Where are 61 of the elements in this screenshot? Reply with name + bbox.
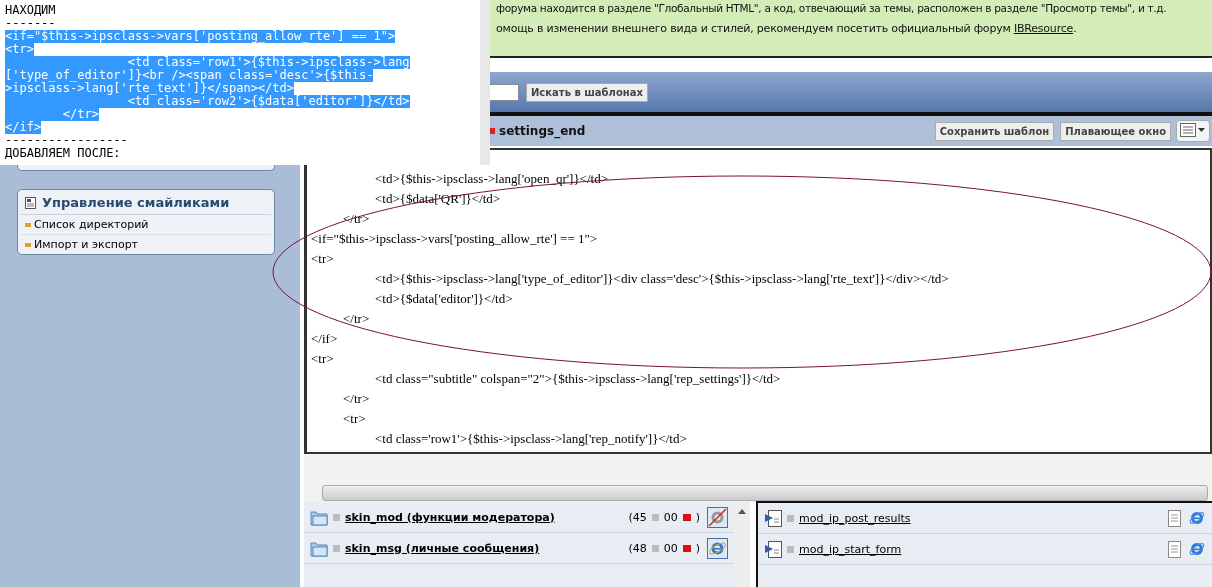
sidebar-title: Управление смайликами bbox=[42, 195, 230, 210]
code-line: <tr> bbox=[311, 350, 334, 368]
info-text: форума находится в разделе "Глобальный HTML", а код, отвечающий за темы, расположен в разделе "Просмотр темы", и т.д. bbox=[495, 2, 1168, 14]
up-arrow-icon[interactable] bbox=[738, 508, 746, 514]
document-icon[interactable] bbox=[1166, 540, 1183, 558]
template-group-link[interactable]: skin_msg (личные сообщения) bbox=[345, 541, 540, 555]
square-icon bbox=[651, 513, 659, 521]
template-link[interactable]: mod_ip_post_results bbox=[799, 511, 911, 525]
template-group-link[interactable]: skin_mod (функции модератора) bbox=[345, 510, 555, 524]
text-line: ДОБАВЛЯЕМ ПОСЛЕ: bbox=[5, 147, 121, 160]
template-link[interactable]: mod_ip_start_form bbox=[799, 542, 902, 556]
document-icon bbox=[25, 196, 36, 209]
code-line: <td>{$this->ipsclass->lang['open_qr']}</td> bbox=[374, 170, 608, 188]
square-icon bbox=[682, 544, 691, 552]
square-icon bbox=[333, 513, 340, 521]
square-icon bbox=[333, 544, 340, 552]
code-line: <td class='row1'>{$this->ipsclass->lang['rep_notify']}</td> bbox=[374, 430, 687, 448]
count-text: 00 bbox=[663, 541, 678, 555]
square-icon bbox=[682, 513, 691, 521]
count-text: 00 bbox=[663, 510, 678, 524]
view-menu-button[interactable] bbox=[1176, 120, 1210, 142]
text-line: ------- bbox=[5, 17, 56, 30]
count-text: ) bbox=[695, 510, 700, 524]
code-line: <td class="subtitle" colspan="2">{$this->ipsclass->lang['rep_settings']}</td> bbox=[374, 370, 781, 388]
square-icon bbox=[787, 514, 794, 522]
list-icon bbox=[1180, 123, 1206, 137]
code-line: <td>{$this->ipsclass->lang['type_of_editor']}<div class='desc'>{$this->ipsclass->lang['rte_text']}</div></td> bbox=[374, 270, 949, 288]
square-icon bbox=[490, 128, 495, 134]
template-file-icon bbox=[764, 540, 782, 558]
folder-icon bbox=[310, 508, 328, 526]
document-icon[interactable] bbox=[1166, 509, 1183, 527]
count-text: ) bbox=[695, 541, 700, 555]
code-line: <tr> bbox=[342, 410, 366, 428]
browser-icon[interactable] bbox=[707, 537, 728, 559]
code-line: <tr> bbox=[311, 250, 334, 268]
toolbar-button[interactable]: Сохранить шаблон bbox=[934, 121, 1055, 141]
folder-icon bbox=[310, 539, 328, 557]
bullet-icon bbox=[25, 242, 31, 247]
square-icon bbox=[651, 544, 659, 552]
code-line: </if> bbox=[311, 330, 338, 348]
text-line: НАХОДИМ bbox=[5, 4, 56, 17]
bullet-icon bbox=[25, 222, 31, 227]
code-line: <if="$this->ipsclass->vars['posting_allow_rte'] == 1"> bbox=[311, 230, 598, 248]
browser-icon[interactable] bbox=[1188, 509, 1206, 527]
text-line: ----------------- bbox=[5, 134, 128, 147]
code-editor[interactable] bbox=[304, 148, 1212, 454]
vertical-scrollbar[interactable] bbox=[734, 502, 750, 587]
browser-icon[interactable] bbox=[1188, 540, 1206, 558]
sidebar-link[interactable]: Импорт и экспорт bbox=[34, 238, 139, 251]
template-file-icon bbox=[764, 509, 782, 527]
code-line: </tr> bbox=[342, 310, 370, 328]
sidebar-link[interactable]: Список директорий bbox=[34, 218, 149, 231]
count-text: (48 bbox=[628, 541, 647, 555]
code-line: </tr> bbox=[342, 390, 370, 408]
template-title: settings_end bbox=[499, 124, 586, 138]
search-button[interactable]: Искать в шаблонах bbox=[526, 82, 648, 102]
code-line: <td>{$data['editor']}</td> bbox=[374, 290, 513, 308]
square-icon bbox=[787, 545, 794, 553]
toolbar-button[interactable]: Плавающее окно bbox=[1060, 121, 1171, 141]
count-text: (45 bbox=[628, 510, 647, 524]
horizontal-scrollbar[interactable] bbox=[304, 484, 1212, 502]
